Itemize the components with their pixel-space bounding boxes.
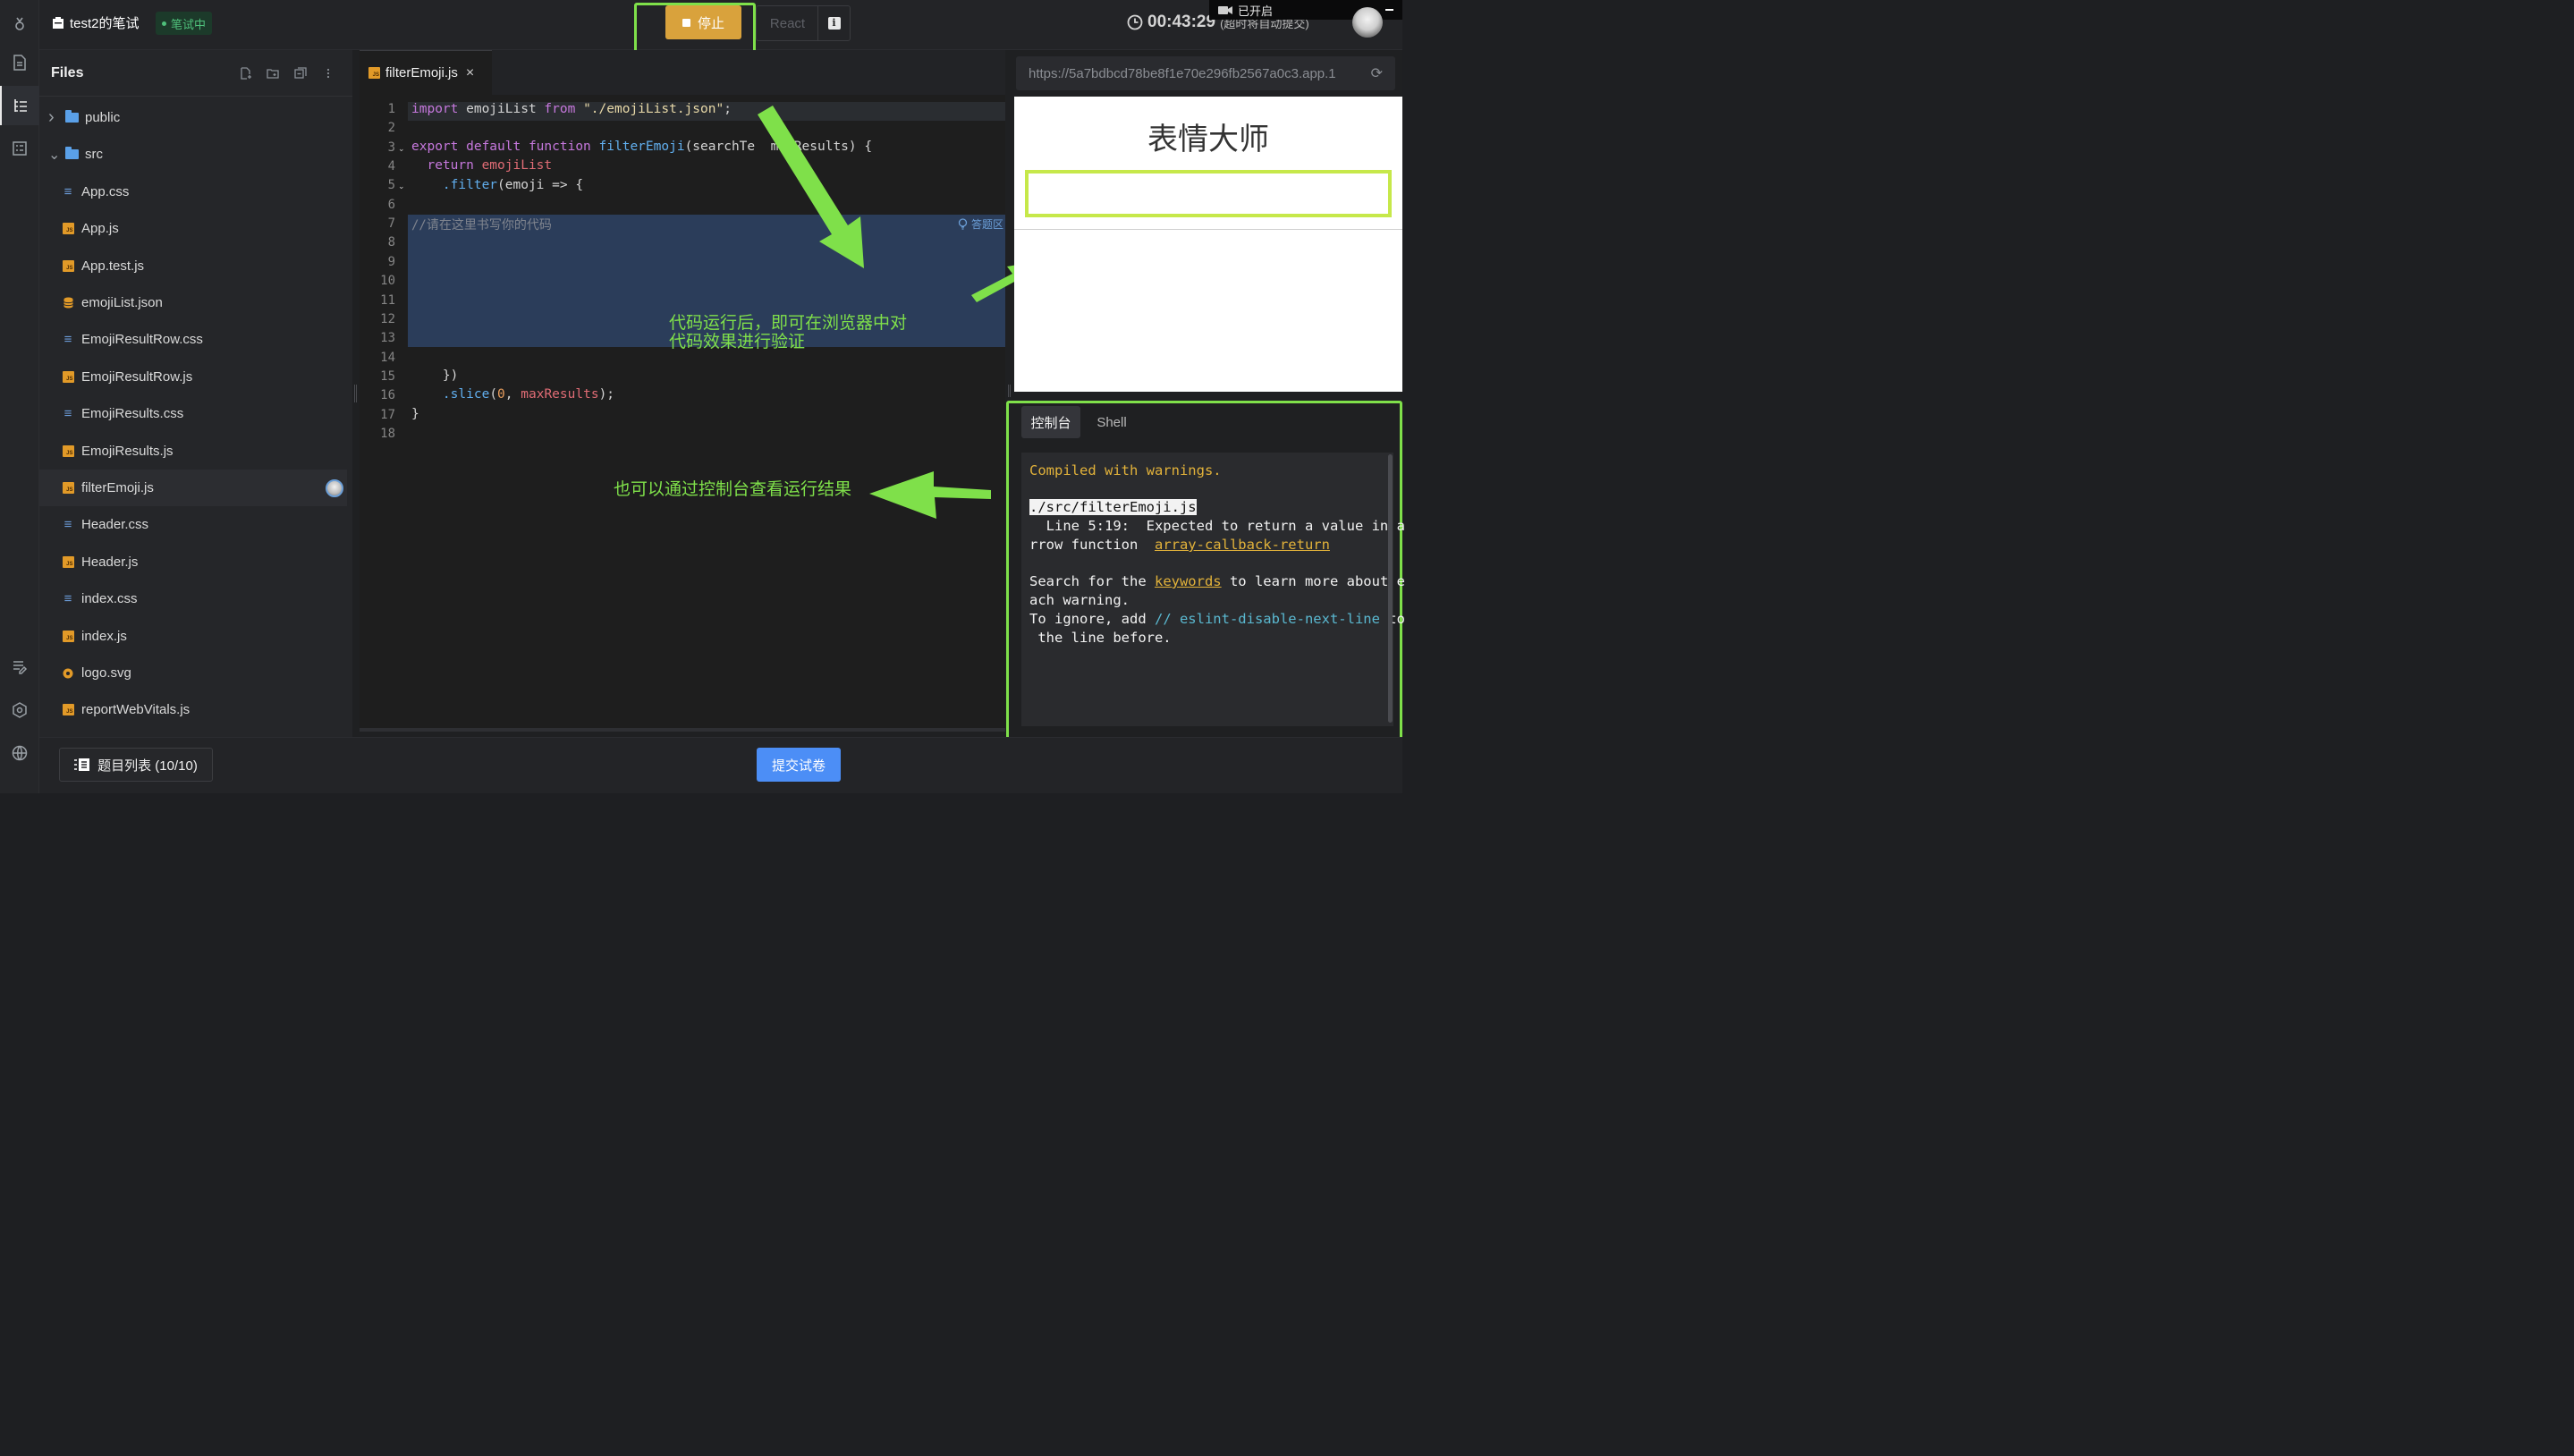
refresh-icon[interactable]: ⟳ (1371, 64, 1383, 82)
console-line: Search for the keywords to learn more ab… (1029, 573, 1405, 589)
console-line: ./src/filterEmoji.js (1029, 499, 1197, 515)
run-note-line1: 代码运行后，即可在浏览器中对 (669, 314, 908, 333)
tab-console[interactable]: 控制台 (1021, 406, 1080, 438)
console-text: // eslint-disable-next-line (1154, 611, 1380, 627)
console-note: 也可以通过控制台查看运行结果 (614, 480, 852, 499)
arrow-left-icon (869, 471, 991, 519)
console-scrollbar[interactable] (1388, 454, 1393, 723)
bottom-bar (39, 737, 1402, 793)
console-line: ach warning. (1029, 592, 1130, 608)
console-output: Compiled with warnings. ./src/filterEmoj… (1021, 453, 1405, 726)
console-line: rrow function array-callback-return (1029, 537, 1330, 553)
console-path: ./src/filterEmoji.js (1029, 499, 1197, 515)
preview-search-input[interactable] (1025, 170, 1392, 217)
console-text: Search for the (1029, 573, 1155, 589)
submit-exam-button[interactable]: 提交试卷 (757, 748, 841, 782)
preview-url-bar[interactable]: https://5a7bdbcd78be8f1e70e296fb2567a0c3… (1016, 56, 1395, 90)
console-line: the line before. (1029, 630, 1172, 646)
browser-preview: 表情大师 (1014, 97, 1402, 392)
keywords-link[interactable]: keywords (1155, 573, 1222, 589)
question-list-label: 题目列表 (10/10) (97, 758, 198, 774)
tab-shell[interactable]: Shell (1088, 406, 1135, 438)
preview-divider (1014, 229, 1402, 230)
console-line: To ignore, add // eslint-disable-next-li… (1029, 611, 1405, 627)
preview-app-title: 表情大师 (1147, 123, 1269, 157)
console-text: rrow function (1029, 537, 1155, 553)
question-list-button[interactable]: 题目列表 (10/10) (59, 748, 213, 782)
console-text: to learn more about e (1221, 573, 1405, 589)
console-line: Compiled with warnings. (1029, 462, 1222, 478)
ide-window: test2的笔试 笔试中 停止 React i 00:43:29 (超时将自动提… (0, 0, 1405, 793)
console-line: Line 5:19: Expected to return a value in… (1029, 518, 1405, 534)
console-text: To ignore, add (1029, 611, 1155, 627)
rule-link[interactable]: array-callback-return (1155, 537, 1330, 553)
arrow-down-icon (758, 106, 864, 268)
preview-url: https://5a7bdbcd78be8f1e70e296fb2567a0c3… (1029, 65, 1336, 81)
list-icon (74, 758, 90, 771)
run-note-line2: 代码效果进行验证 (669, 333, 806, 351)
